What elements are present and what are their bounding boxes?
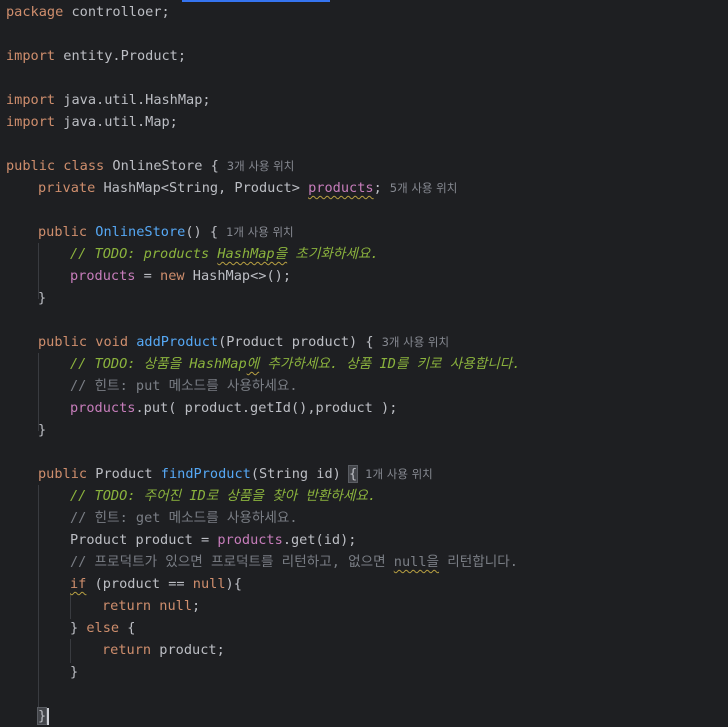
todo-comment[interactable]: // TODO: 주어진 ID로 상품을 찾아 반환하세요. — [70, 485, 376, 507]
code-line[interactable]: package controlloer; — [6, 1, 170, 23]
code-line[interactable]: import java.util.HashMap; — [6, 89, 211, 111]
code-editor[interactable]: package controlloer; import entity.Produ… — [0, 0, 728, 726]
comment-line[interactable]: // 힌트: get 메소드를 사용하세요. — [70, 507, 298, 529]
usage-hint[interactable]: 5개 사용 위치 — [390, 181, 458, 195]
code-line[interactable]: Product product = products.get(id); — [70, 529, 356, 551]
comment-line[interactable]: // 프로덕트가 있으면 프로덕트를 리턴하고, 없으면 null을 리턴합니다… — [70, 551, 518, 573]
comment-line[interactable]: // 힌트: put 메소드를 사용하세요. — [70, 375, 298, 397]
text-caret — [47, 707, 50, 725]
code-line[interactable]: } — [70, 661, 78, 683]
code-line[interactable]: } — [38, 419, 46, 441]
todo-comment[interactable]: // TODO: products HashMap을 초기화하세요. — [70, 243, 379, 265]
scroll-position-marker — [182, 0, 330, 2]
usage-hint[interactable]: 3개 사용 위치 — [382, 335, 450, 349]
code-line[interactable]: } — [36, 705, 50, 727]
code-line[interactable]: if (product == null){ — [70, 573, 242, 595]
matched-brace: { — [348, 465, 359, 483]
code-line[interactable]: products.put( product.getId(),product ); — [70, 397, 397, 419]
code-line[interactable]: public void addProduct(Product product) … — [38, 331, 449, 353]
usage-hint[interactable]: 1개 사용 위치 — [226, 225, 294, 239]
code-line[interactable]: public class OnlineStore {3개 사용 위치 — [6, 155, 294, 177]
code-line[interactable]: return product; — [102, 639, 225, 661]
code-line[interactable]: import entity.Product; — [6, 45, 186, 67]
indent-guide — [38, 485, 39, 711]
code-line[interactable]: private HashMap<String, Product> product… — [38, 177, 457, 199]
code-line[interactable]: } else { — [70, 617, 136, 639]
code-line[interactable]: } — [38, 287, 46, 309]
code-line[interactable]: public OnlineStore() {1개 사용 위치 — [38, 221, 294, 243]
indent-guide — [70, 595, 71, 619]
indent-guide — [70, 639, 71, 663]
matched-brace: } — [36, 707, 48, 725]
code-line[interactable]: public Product findProduct(String id) {1… — [38, 463, 433, 485]
code-line[interactable]: return null; — [102, 595, 200, 617]
usage-hint[interactable]: 3개 사용 위치 — [227, 159, 295, 173]
usage-hint[interactable]: 1개 사용 위치 — [365, 467, 433, 481]
code-line[interactable]: products = new HashMap<>(); — [70, 265, 291, 287]
todo-comment[interactable]: // TODO: 상품을 HashMap에 추가하세요. 상품 ID를 키로 사… — [70, 353, 520, 375]
code-line[interactable]: import java.util.Map; — [6, 111, 178, 133]
